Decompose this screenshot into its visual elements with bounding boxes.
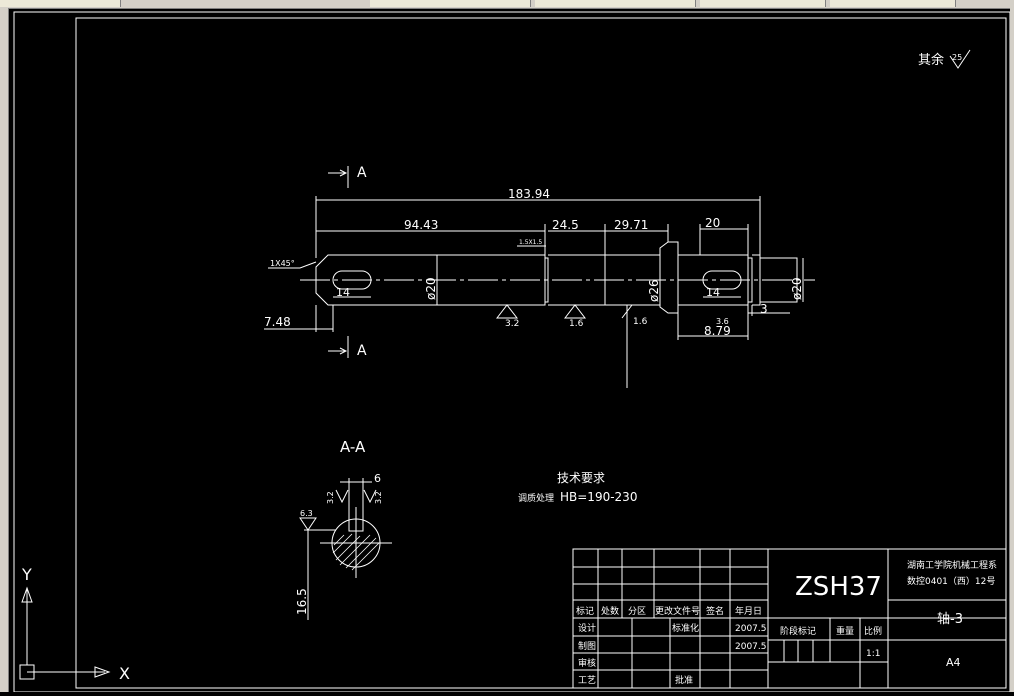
svg-text:14: 14 (706, 286, 720, 299)
section-mark-bottom: A (328, 336, 367, 359)
roughness-mark-5: 3.2 (374, 491, 383, 504)
left-scrollbar[interactable] (0, 8, 9, 692)
roughness-note-text: 其余 (918, 52, 944, 68)
svg-text:签名: 签名 (706, 605, 724, 617)
svg-text:年月日: 年月日 (735, 605, 762, 617)
svg-text:94.43: 94.43 (404, 218, 438, 232)
drawing-tab-3[interactable] (700, 0, 826, 7)
svg-text:29.71: 29.71 (614, 218, 648, 232)
roughness-mark-1: 3.2 (495, 304, 519, 329)
svg-text:3.2: 3.2 (505, 319, 519, 329)
technical-requirements: 技术要求 调质处理 HB=190-230 (518, 471, 637, 504)
school-line1: 湖南工学院机械工程系 (907, 559, 997, 571)
requirements-label: 调质处理 (518, 492, 554, 504)
svg-text:批准: 批准 (675, 674, 693, 686)
svg-text:20: 20 (705, 216, 720, 230)
svg-text:阶段标记: 阶段标记 (780, 625, 816, 637)
svg-text:8.79: 8.79 (704, 324, 731, 338)
dimension-dia-left: ø20 (424, 255, 438, 305)
section-mark-top: A (328, 165, 367, 188)
part-name: 轴-3 (937, 612, 963, 627)
svg-text:ø20: ø20 (790, 277, 804, 300)
dimension-right-c: 3.6 (716, 317, 729, 326)
svg-text:7.48: 7.48 (264, 315, 291, 329)
svg-text:工艺: 工艺 (578, 675, 596, 686)
paper-size: A4 (946, 656, 961, 669)
svg-text:2007.5: 2007.5 (735, 642, 767, 652)
roughness-default-value: 25 (952, 53, 962, 62)
svg-text:分区: 分区 (628, 606, 646, 617)
drawing-number: ZSH37 (795, 572, 882, 602)
title-block: ZSH37 湖南工学院机械工程系 数控0401（西）12号 轴-3 A4 标记 … (572, 548, 1007, 689)
svg-text:标准化: 标准化 (672, 622, 699, 634)
svg-text:更改文件号: 更改文件号 (655, 605, 700, 617)
roughness-mark-3: 1.6 (621, 304, 648, 388)
svg-text:A: A (357, 343, 367, 359)
svg-text:处数: 处数 (601, 605, 619, 617)
drawing-tab-1[interactable] (370, 0, 531, 7)
ucs-y-label: Y (21, 565, 32, 584)
drawing-tab-4[interactable] (830, 0, 956, 7)
dimension-overall: 183.94 (315, 187, 761, 258)
svg-text:183.94: 183.94 (508, 187, 550, 201)
section-title: A-A (340, 438, 366, 456)
svg-text:设计: 设计 (578, 622, 596, 634)
svg-text:1.5X1.5: 1.5X1.5 (519, 239, 542, 246)
drawing-tab-2[interactable] (535, 0, 696, 7)
roughness-note: 其余 25 (918, 49, 971, 69)
requirements-value: HB=190-230 (560, 490, 637, 504)
dimension-chamfer: 1X45° (268, 259, 317, 269)
dimension-left-seg: 94.43 (316, 218, 546, 255)
key-depth-dim: 16.5 (295, 588, 309, 615)
svg-text:审核: 审核 (578, 657, 596, 669)
svg-text:A: A (357, 165, 367, 181)
svg-text:24.5: 24.5 (552, 218, 579, 232)
roughness-mark-2: 1.6 (563, 304, 587, 329)
svg-text:3.6: 3.6 (716, 317, 729, 326)
svg-text:重量: 重量 (836, 625, 854, 637)
svg-text:ø20: ø20 (424, 277, 438, 300)
window-tab-strip (0, 0, 1014, 9)
svg-text:3: 3 (760, 302, 768, 316)
svg-text:1X45°: 1X45° (270, 259, 295, 268)
svg-text:标记: 标记 (576, 605, 594, 617)
right-scrollbar[interactable] (1010, 8, 1014, 692)
dimension-mid-seg1: 24.5 (548, 218, 606, 255)
roughness-mark-6: 6.3 (300, 509, 313, 518)
svg-text:2007.5: 2007.5 (735, 624, 767, 634)
dimension-right-b: 8.79 (677, 305, 749, 340)
cad-drawing: 其余 25 A A 183.94 94.43 24.5 29.71 20 1X4… (13, 11, 1011, 693)
ucs-x-label: X (119, 664, 130, 683)
dimension-dia-mid: ø26 (647, 255, 661, 305)
dimension-right-seg: 20 (699, 216, 749, 255)
svg-text:14: 14 (336, 286, 350, 299)
dimension-left-offset: 7.48 (264, 305, 334, 332)
svg-text:比例: 比例 (864, 625, 882, 637)
svg-text:1:1: 1:1 (866, 649, 880, 659)
drawing-canvas[interactable]: 其余 25 A A 183.94 94.43 24.5 29.71 20 1X4… (9, 9, 1011, 693)
ucs-icon: Y X (19, 565, 130, 683)
roughness-mark-4: 3.2 (326, 491, 335, 504)
svg-text:制图: 制图 (578, 640, 596, 652)
requirements-title: 技术要求 (557, 471, 605, 485)
svg-text:1.6: 1.6 (633, 317, 648, 327)
dimension-groove: 1.5X1.5 (517, 239, 546, 247)
shaft-view (300, 241, 815, 314)
dimension-right-a: 3 (748, 302, 790, 316)
svg-text:1.6: 1.6 (569, 319, 584, 329)
svg-text:ø26: ø26 (647, 279, 661, 302)
dimension-mid-seg2: 29.71 (605, 218, 669, 242)
key-width-dim: 6 (374, 472, 381, 485)
school-line2: 数控0401（西）12号 (907, 575, 995, 587)
section-aa: A-A 6 3.2 3.2 6.3 16.5 (295, 438, 392, 620)
toolbar-strip[interactable] (0, 0, 121, 7)
